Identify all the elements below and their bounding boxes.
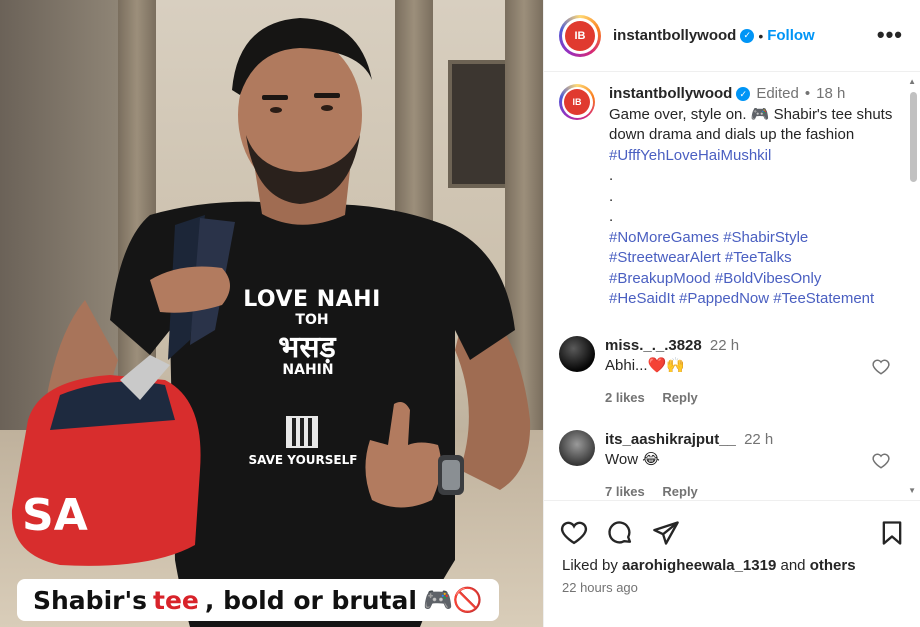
liked-by-and: and xyxy=(776,557,810,574)
caption-dot: . xyxy=(609,208,614,225)
header-separator: • xyxy=(758,27,764,44)
hashtag-line[interactable]: #HeSaidIt #PappedNow #TeeStatement xyxy=(609,289,899,310)
liked-by-user[interactable]: aarohigheewala_1319 xyxy=(622,557,776,574)
qr-code-graphic xyxy=(286,416,318,448)
caption-dot: . xyxy=(609,167,614,184)
more-icon[interactable]: ••• xyxy=(877,22,903,48)
heart-icon[interactable] xyxy=(872,358,890,376)
caption-dot: . xyxy=(609,187,614,205)
banner-text: Shabir's xyxy=(33,585,148,615)
banner-highlight: tee xyxy=(153,585,199,615)
share-icon[interactable] xyxy=(652,519,680,547)
avatar[interactable] xyxy=(559,430,595,466)
comment-username[interactable]: its_aashikrajput__ xyxy=(605,431,736,448)
comment-likes-count[interactable]: 7 likes xyxy=(605,484,645,499)
banner-text: , bold or brutal xyxy=(204,585,417,615)
post-image[interactable]: SA LOVE NAHI TOH भसड़ NAHIN SAVE YOURSEL… xyxy=(0,0,543,627)
caption-text: Game over, style on. 🎮 Shabir's tee shut… xyxy=(609,105,893,144)
scroll-down-arrow[interactable]: ▼ xyxy=(908,486,916,495)
edited-label: Edited xyxy=(756,85,799,102)
header-username[interactable]: instantbollywood xyxy=(613,27,736,44)
comment-time[interactable]: 22 h xyxy=(744,431,773,448)
hashtag-link[interactable]: #UfffYehLoveHaiMushkil xyxy=(609,147,771,164)
post-side-panel: IB instantbollywood ✓ • Follow ••• IB in… xyxy=(543,0,920,627)
meta-separator: • xyxy=(804,85,811,102)
liked-by-line: Liked by aarohigheewala_1319 and others xyxy=(562,557,856,574)
caption-time[interactable]: 18 h xyxy=(816,84,845,105)
post-caption: IB instantbollywood ✓ Edited • 18 h Game… xyxy=(559,84,899,310)
shirt-text-line: SAVE YOURSELF xyxy=(248,453,358,467)
avatar-logo: IB xyxy=(564,89,590,115)
comment-likes-count[interactable]: 2 likes xyxy=(605,390,645,405)
hashtag-line[interactable]: #BreakupMood #BoldVibesOnly xyxy=(609,269,899,290)
shirt-text-line: NAHIN xyxy=(282,362,334,378)
avatar[interactable]: IB xyxy=(559,84,595,120)
comment-username[interactable]: miss._._.3828 xyxy=(605,337,702,354)
man-figure: SA xyxy=(11,18,531,627)
bookmark-icon[interactable] xyxy=(878,519,906,547)
avatar-inner: IB xyxy=(561,86,593,118)
hashtag-line[interactable]: #StreetwearAlert #TeeTalks xyxy=(609,248,899,269)
liked-by-others[interactable]: others xyxy=(810,557,856,574)
reply-button[interactable]: Reply xyxy=(662,484,697,499)
post-header: IB instantbollywood ✓ • Follow ••• xyxy=(544,0,920,72)
comment-text: Abhi...❤️🙌 xyxy=(605,357,685,374)
follow-button[interactable]: Follow xyxy=(767,27,815,44)
comment-actions: 7 likes Reply xyxy=(605,482,855,500)
image-caption-banner: Shabir's tee, bold or brutal 🎮🚫 xyxy=(17,579,499,621)
comment-item: its_aashikrajput__ 22 h Wow 😂 7 likes Re… xyxy=(559,430,890,500)
avatar-inner: IB xyxy=(562,17,598,54)
avatar-logo: IB xyxy=(565,20,595,51)
avatar[interactable]: IB xyxy=(559,14,601,57)
scroll-up-arrow[interactable]: ▲ xyxy=(908,77,916,86)
comment-body: its_aashikrajput__ 22 h Wow 😂 7 likes Re… xyxy=(605,430,855,500)
comment-text: Wow 😂 xyxy=(605,451,660,468)
post-time-ago[interactable]: 22 hours ago xyxy=(562,580,638,595)
caption-username[interactable]: instantbollywood xyxy=(609,84,732,105)
shirt-text-line: LOVE NAHI xyxy=(243,287,381,312)
avatar[interactable] xyxy=(559,336,595,372)
liked-by-prefix: Liked by xyxy=(562,557,623,574)
comment-icon[interactable] xyxy=(606,519,634,547)
banner-emoji: 🎮🚫 xyxy=(422,586,483,614)
post-footer: Liked by aarohigheewala_1319 and others … xyxy=(544,500,920,627)
heart-icon[interactable] xyxy=(560,519,588,547)
caption-body: instantbollywood ✓ Edited • 18 h Game ov… xyxy=(609,84,899,310)
hashtag-line[interactable]: #NoMoreGames #ShabirStyle xyxy=(609,228,899,249)
comment-item: miss._._.3828 22 h Abhi...❤️🙌 2 likes Re… xyxy=(559,336,890,408)
comments-scroll-area[interactable]: IB instantbollywood ✓ Edited • 18 h Game… xyxy=(544,72,920,500)
caption-text-block: Game over, style on. 🎮 Shabir's tee shut… xyxy=(609,105,899,167)
reply-button[interactable]: Reply xyxy=(662,390,697,405)
comment-time[interactable]: 22 h xyxy=(710,337,739,354)
heart-icon[interactable] xyxy=(872,452,890,470)
shirt-text-line: भसड़ xyxy=(278,330,336,365)
verified-icon: ✓ xyxy=(740,28,755,43)
caption-head: instantbollywood ✓ Edited • 18 h xyxy=(609,84,899,105)
bag-letters: SA xyxy=(22,490,88,541)
comment-body: miss._._.3828 22 h Abhi...❤️🙌 2 likes Re… xyxy=(605,336,855,408)
comment-actions: 2 likes Reply xyxy=(605,388,855,408)
scrollbar-thumb[interactable] xyxy=(910,92,917,182)
verified-icon: ✓ xyxy=(736,87,751,102)
